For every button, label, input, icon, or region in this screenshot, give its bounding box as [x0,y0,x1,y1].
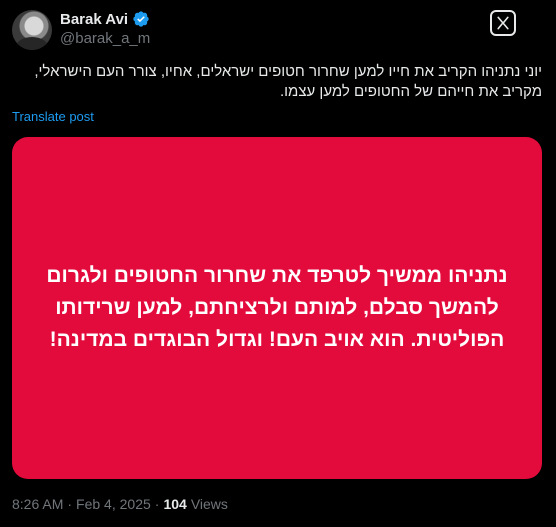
meta-separator: · [67,496,73,512]
meta-separator: · [154,496,160,512]
author-handle[interactable]: @barak_a_m [60,30,150,47]
post-meta: 8:26 AM · Feb 4, 2025 · 104 Views [12,496,228,512]
post-text: יוני נתניהו הקריב את חייו למען שחרור חטו… [34,63,542,100]
media-image-text: נתניהו ממשיך לטרפד את שחרור החטופים ולגר… [46,264,508,351]
post-media-image[interactable]: נתניהו ממשיך לטרפד את שחרור החטופים ולגר… [12,137,542,479]
grok-button[interactable] [490,10,516,36]
grok-icon [497,16,509,30]
avatar-shoulders [16,37,48,50]
verified-badge-icon [132,10,150,28]
post-time[interactable]: 8:26 AM [12,496,63,512]
avatar[interactable] [12,10,52,50]
views-label: Views [190,496,228,512]
views-count: 104 [163,496,187,512]
post-date[interactable]: Feb 4, 2025 [76,496,151,512]
translate-post-link[interactable]: Translate post [12,109,94,124]
author-name-row: Barak Avi [60,10,150,28]
author-display-name[interactable]: Barak Avi [60,11,128,28]
